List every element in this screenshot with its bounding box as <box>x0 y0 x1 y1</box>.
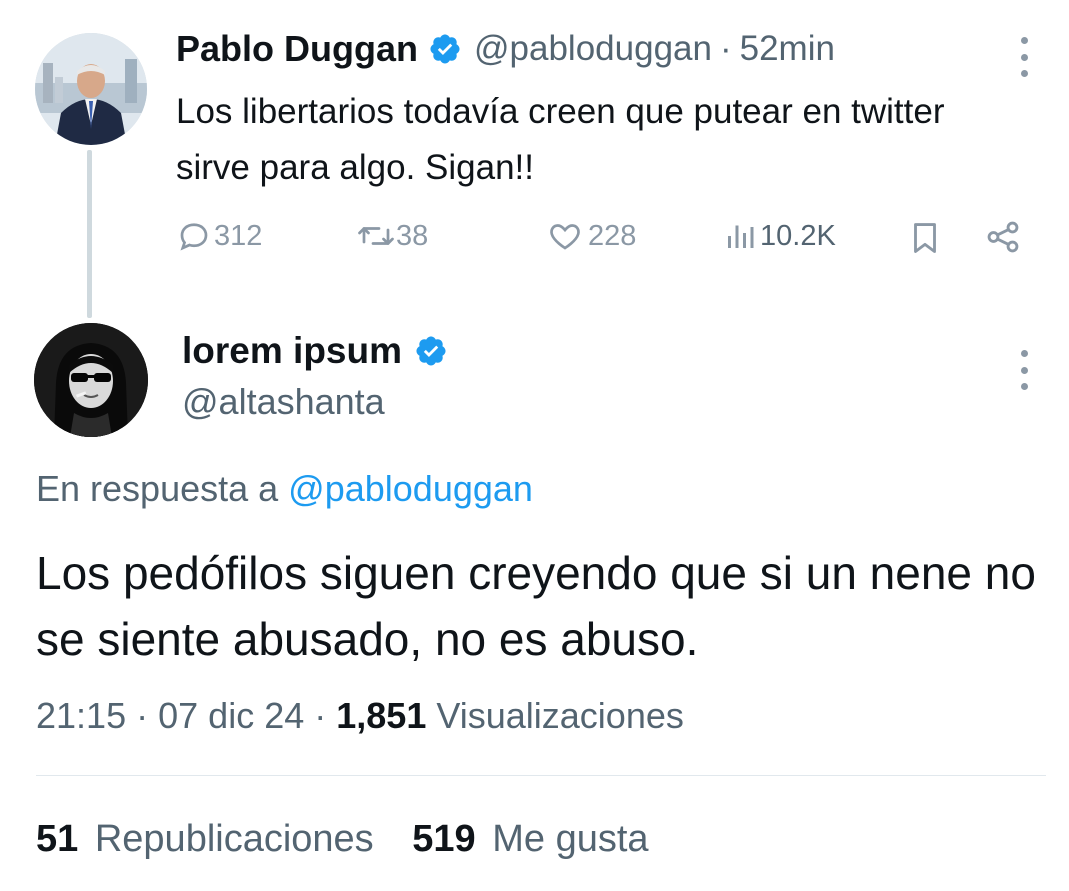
reply-button[interactable]: 312 <box>176 218 262 254</box>
parent-tweet-text: Los libertarios todavía creen que putear… <box>176 92 945 187</box>
thread-connector-line <box>87 150 92 318</box>
reply-author-handle[interactable]: @altashanta <box>182 381 385 423</box>
parent-author-avatar[interactable] <box>35 33 147 145</box>
views-button[interactable]: 10.2K <box>722 218 836 254</box>
view-label: Visualizaciones <box>436 695 684 736</box>
verified-badge-icon <box>428 32 462 66</box>
like-button[interactable]: 228 <box>546 218 636 254</box>
reply-tweet-text: Los pedófilos siguen creyendo que si un … <box>36 547 1036 665</box>
bookmark-button[interactable] <box>906 218 944 258</box>
verified-badge-icon <box>414 334 448 368</box>
heart-icon <box>546 218 584 254</box>
header-separator: · <box>719 29 732 68</box>
share-icon <box>984 218 1022 256</box>
reply-author-avatar[interactable] <box>34 323 148 437</box>
engagement-stats: 51 Republicaciones 519 Me gusta <box>36 818 649 861</box>
more-options-icon[interactable] <box>1018 37 1030 77</box>
parent-author-name[interactable]: Pablo Duggan <box>176 28 418 70</box>
divider <box>36 775 1046 776</box>
like-count: 519 <box>412 818 476 860</box>
reply-count: 312 <box>214 219 263 252</box>
bookmark-icon <box>906 218 944 258</box>
replying-to-line: En respuesta a @pabloduggan <box>36 468 533 510</box>
reply-author-name[interactable]: lorem ipsum <box>182 330 402 372</box>
views-count: 10.2K <box>760 219 836 252</box>
views-chart-icon <box>722 218 758 254</box>
share-button[interactable] <box>984 218 1022 256</box>
tweet-time[interactable]: 21:15 <box>36 695 126 736</box>
repost-count: 38 <box>396 219 429 252</box>
repost-button[interactable]: 38 <box>356 218 428 254</box>
replying-to-label: En respuesta a <box>36 468 279 509</box>
meta-separator: · <box>314 695 327 736</box>
repost-label: Republicaciones <box>94 818 374 860</box>
parent-tweet-time[interactable]: 52min <box>740 29 835 69</box>
meta-separator: · <box>136 695 149 736</box>
like-count: 228 <box>588 219 637 252</box>
likes-stat[interactable]: 519 Me gusta <box>412 818 648 860</box>
replying-to-mention[interactable]: @pabloduggan <box>288 468 533 509</box>
view-count: 1,851 <box>336 695 427 736</box>
parent-author-handle[interactable]: @pabloduggan <box>474 29 712 69</box>
reposts-stat[interactable]: 51 Republicaciones <box>36 818 384 860</box>
more-options-icon[interactable] <box>1018 350 1030 390</box>
repost-count: 51 <box>36 818 79 860</box>
reply-author-name-row: lorem ipsum <box>182 330 460 372</box>
reply-icon <box>176 218 212 254</box>
repost-icon <box>356 218 396 254</box>
tweet-date[interactable]: 07 dic 24 <box>158 695 304 736</box>
like-label: Me gusta <box>492 818 649 860</box>
reply-tweet-meta: 21:15 · 07 dic 24 · 1,851 Visualizacione… <box>36 695 684 737</box>
parent-tweet-header: Pablo Duggan @pabloduggan · 52min <box>176 28 835 70</box>
